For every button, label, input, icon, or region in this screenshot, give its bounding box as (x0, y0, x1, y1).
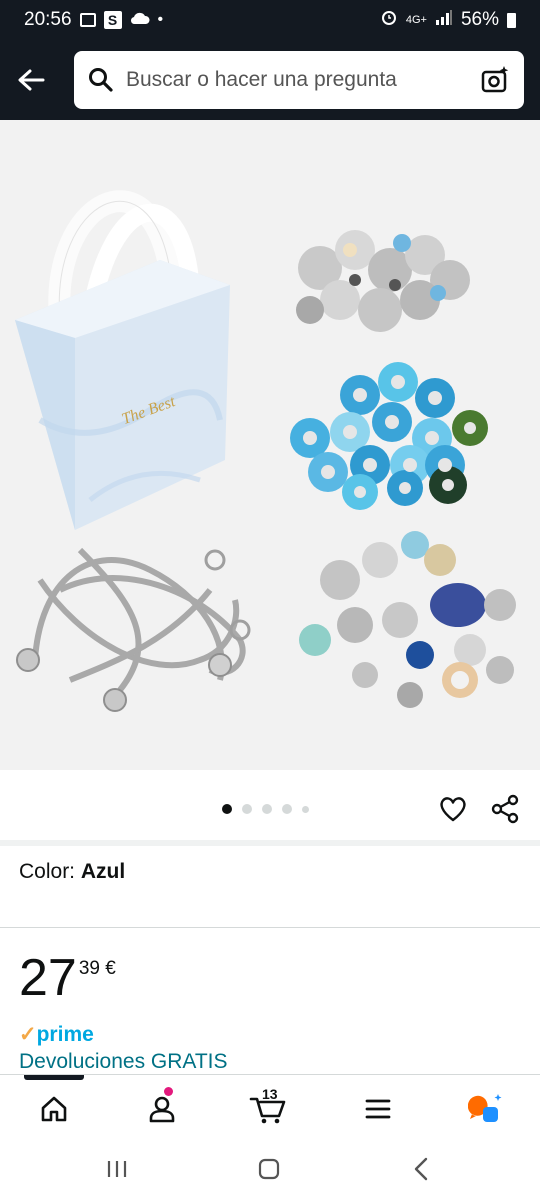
menu-icon (365, 1099, 391, 1119)
blue-beads-image (290, 362, 488, 510)
chevron-left-icon (414, 1157, 428, 1181)
wishlist-button[interactable] (438, 794, 468, 824)
home-square-icon (258, 1158, 280, 1180)
nav-rufus[interactable] (466, 1089, 506, 1129)
prime-label: prime (36, 1023, 94, 1046)
account-icon (149, 1096, 175, 1123)
alarm-icon (380, 8, 398, 32)
image-pagination[interactable] (222, 804, 309, 814)
silver-beads-image (296, 230, 470, 332)
active-tab-indicator (24, 1075, 84, 1080)
nav-account[interactable] (142, 1087, 182, 1129)
search-placeholder: Buscar o hacer una pregunta (126, 68, 397, 91)
search-input[interactable]: Buscar o hacer una pregunta (74, 51, 524, 109)
gallery-icon (79, 13, 96, 27)
prime-badge: ✓prime (19, 1022, 94, 1047)
bottom-nav: 13 (0, 1074, 540, 1138)
charms-image (299, 531, 516, 708)
system-nav-bar (0, 1138, 540, 1200)
notification-dot (164, 1087, 173, 1096)
nav-cart[interactable]: 13 (248, 1086, 288, 1129)
nav-home[interactable] (34, 1089, 74, 1129)
back-system-button[interactable] (408, 1156, 434, 1182)
home-system-button[interactable] (256, 1156, 282, 1182)
price-fraction: 39 € (78, 958, 116, 979)
status-time: 20:56 (24, 9, 72, 30)
search-icon (89, 68, 113, 92)
top-bar: Buscar o hacer una pregunta (0, 40, 540, 120)
prime-check-icon: ✓ (19, 1023, 37, 1046)
pagination-dot[interactable] (302, 805, 309, 813)
cart-count: 13 (262, 1086, 278, 1102)
signal-icon (435, 9, 453, 31)
section-divider (0, 840, 540, 846)
product-image[interactable]: The Best (0, 120, 540, 770)
s-app-icon: S (103, 11, 122, 29)
more-notifications-icon: • (157, 11, 164, 28)
recent-apps-icon (107, 1161, 127, 1177)
status-bar: 20:56 S • 4G+ 56% (0, 0, 540, 40)
share-button[interactable] (490, 794, 520, 824)
color-label: Color: (19, 860, 76, 883)
network-type: 4G+ (405, 14, 427, 26)
heart-icon (440, 797, 466, 822)
bracelets-image (16, 547, 251, 712)
share-icon (491, 794, 519, 824)
divider (0, 927, 540, 928)
gift-bag-image: The Best (15, 190, 230, 530)
back-button[interactable] (16, 65, 46, 95)
price-whole: 27 (19, 949, 77, 1007)
free-returns-link[interactable]: Devoluciones GRATIS (19, 1050, 228, 1074)
price: 27 39 € (19, 950, 116, 1006)
pagination-dot[interactable] (262, 804, 272, 814)
back-arrow-icon (18, 69, 45, 91)
cloud-icon (130, 9, 150, 31)
battery-icon (507, 12, 516, 28)
color-value: Azul (80, 860, 126, 883)
pagination-dot[interactable] (242, 804, 252, 814)
nav-menu[interactable] (358, 1089, 398, 1129)
pagination-dot[interactable] (282, 804, 292, 814)
image-controls (0, 770, 540, 840)
battery-percent: 56% (460, 9, 499, 30)
home-icon (41, 1096, 67, 1122)
recent-apps-button[interactable] (104, 1156, 130, 1182)
color-selector[interactable]: Color: Azul (19, 860, 125, 884)
pagination-dot[interactable] (222, 804, 232, 814)
rufus-icon (468, 1094, 502, 1122)
camera-search-icon[interactable] (480, 65, 510, 95)
